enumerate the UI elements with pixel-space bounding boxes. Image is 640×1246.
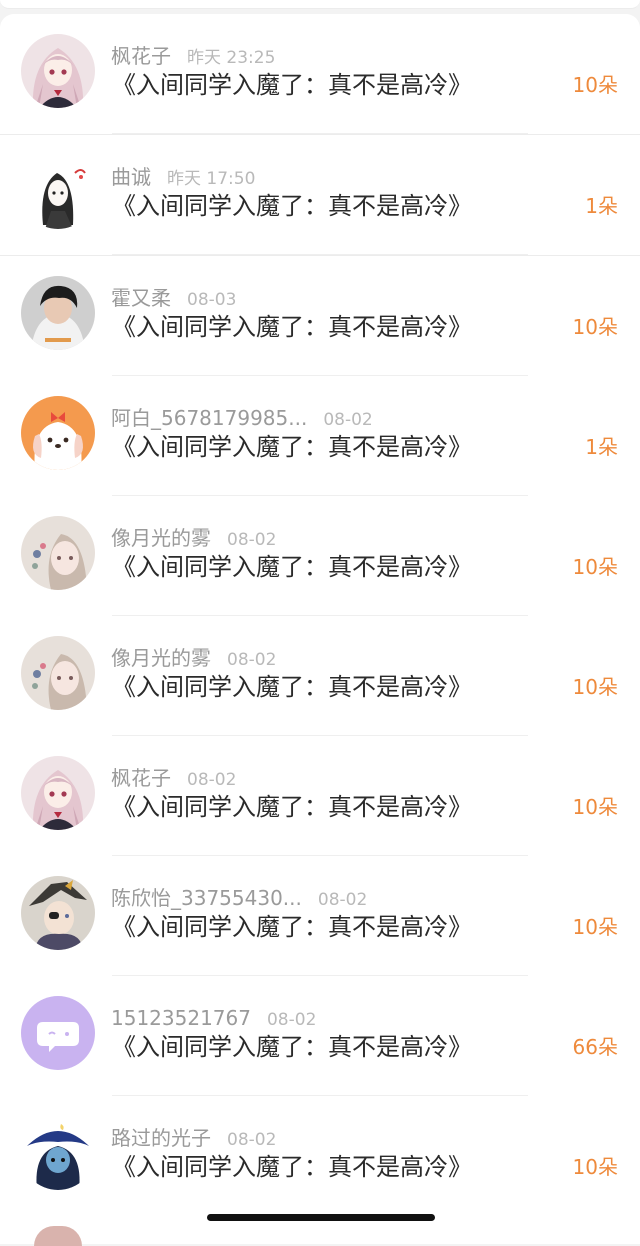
user-name[interactable]: 15123521767 [111,1006,251,1030]
book-title: 《入间同学入魔了：真不是高冷》 [112,673,472,701]
list-item[interactable]: 像月光的雾 08-02 《入间同学入魔了：真不是高冷》 10朵 [0,496,640,616]
user-name[interactable]: 枫花子 [111,766,171,790]
row-divider [112,254,528,255]
timestamp: 08-02 [227,530,277,550]
user-name[interactable]: 路过的光子 [111,1126,211,1150]
user-name[interactable]: 阿白_5678179985... [111,406,307,430]
timestamp: 08-02 [266,1010,317,1030]
flower-amount: 66朵 [572,1035,618,1059]
list-item[interactable]: 陈欣怡_33755430... 08-02 《入间同学入魔了：真不是高冷》 10朵 [0,856,640,976]
book-title: 《入间同学入魔了：真不是高冷》 [112,1033,472,1061]
book-title: 《入间同学入魔了：真不是高冷》 [112,913,472,941]
entry-meta: 枫花子 08-02 [111,764,236,792]
anime-witch-hat-icon [21,1116,95,1190]
book-title: 《入间同学入魔了：真不是高冷》 [112,71,472,99]
entry-meta: 路过的光子 08-02 [111,1124,276,1152]
book-title: 《入间同学入魔了：真不是高冷》 [112,553,472,581]
user-name[interactable]: 陈欣怡_33755430... [111,886,302,910]
photo-boy-icon [21,276,95,350]
row-divider [112,133,528,134]
entry-meta: 像月光的雾 08-02 [111,524,276,552]
user-name[interactable]: 曲诚 [111,165,151,189]
timestamp: 08-02 [187,770,237,790]
default-chat-bubble-icon [21,996,95,1070]
avatar[interactable] [21,1116,95,1190]
list-item[interactable]: 曲诚 昨天 17:50 《入间同学入魔了：真不是高冷》 1朵 [0,135,640,256]
flower-amount: 1朵 [585,435,618,459]
timestamp: 08-02 [323,410,373,430]
anime-girl-pink-hair-icon [21,756,95,830]
anime-girl-floral-icon [21,516,95,590]
book-title: 《入间同学入魔了：真不是高冷》 [112,433,472,461]
anime-girl-pink-hair-icon [21,34,95,108]
avatar[interactable] [21,876,95,950]
entry-meta: 15123521767 08-02 [111,1004,316,1032]
avatar[interactable] [21,34,95,108]
home-indicator[interactable] [207,1214,435,1221]
timestamp: 08-02 [227,650,277,670]
entry-meta: 曲诚 昨天 17:50 [111,163,255,191]
timestamp: 昨天 17:50 [167,169,256,189]
flower-amount: 10朵 [572,675,618,699]
user-name[interactable]: 像月光的雾 [111,526,211,550]
list-item[interactable]: 枫花子 08-02 《入间同学入魔了：真不是高冷》 10朵 [0,736,640,856]
previous-card-edge [0,0,640,9]
list-item[interactable]: 像月光的雾 08-02 《入间同学入魔了：真不是高冷》 10朵 [0,616,640,736]
list-item[interactable]: 霍又柔 08-03 《入间同学入魔了：真不是高冷》 10朵 [0,256,640,376]
flower-amount: 10朵 [572,915,618,939]
cartoon-puppy-icon [21,396,95,470]
avatar[interactable] [21,396,95,470]
entry-meta: 霍又柔 08-03 [111,284,236,312]
flower-amount: 10朵 [572,795,618,819]
entry-meta: 像月光的雾 08-02 [111,644,276,672]
avatar[interactable] [21,636,95,710]
avatar[interactable] [21,155,95,229]
avatar[interactable] [21,276,95,350]
avatar[interactable] [21,516,95,590]
list-item[interactable]: 路过的光子 08-02 《入间同学入魔了：真不是高冷》 10朵 [0,1096,640,1216]
flower-amount: 10朵 [572,315,618,339]
user-name[interactable]: 像月光的雾 [111,646,211,670]
entry-meta: 阿白_5678179985... 08-02 [111,404,373,432]
entry-meta: 陈欣怡_33755430... 08-02 [111,884,367,912]
avatar[interactable] [21,756,95,830]
anime-girl-floral-icon [21,636,95,710]
list-item[interactable]: 枫花子 昨天 23:25 《入间同学入魔了：真不是高冷》 10朵 [0,14,640,135]
gift-record-list[interactable]: 枫花子 昨天 23:25 《入间同学入魔了：真不是高冷》 10朵 曲诚 昨天 17:… [0,14,640,1244]
book-title: 《入间同学入魔了：真不是高冷》 [112,313,472,341]
avatar[interactable] [21,996,95,1070]
flower-amount: 10朵 [572,73,618,97]
anime-pirate-icon [21,876,95,950]
entry-meta: 枫花子 昨天 23:25 [111,42,275,70]
sketch-girl-icon [21,155,95,229]
timestamp: 08-03 [187,290,237,310]
flower-amount: 1朵 [585,194,618,218]
flower-amount: 10朵 [572,1155,618,1179]
user-name[interactable]: 霍又柔 [111,286,171,310]
timestamp: 08-02 [317,890,368,910]
list-item[interactable]: 15123521767 08-02 《入间同学入魔了：真不是高冷》 66朵 [0,976,640,1096]
flower-amount: 10朵 [572,555,618,579]
book-title: 《入间同学入魔了：真不是高冷》 [112,793,472,821]
timestamp: 昨天 23:25 [187,48,276,68]
list-item[interactable]: 阿白_5678179985... 08-02 《入间同学入魔了：真不是高冷》 1朵 [0,376,640,496]
timestamp: 08-02 [227,1130,277,1150]
book-title: 《入间同学入魔了：真不是高冷》 [112,1153,472,1181]
book-title: 《入间同学入魔了：真不是高冷》 [112,192,472,220]
user-name[interactable]: 枫花子 [111,44,171,68]
